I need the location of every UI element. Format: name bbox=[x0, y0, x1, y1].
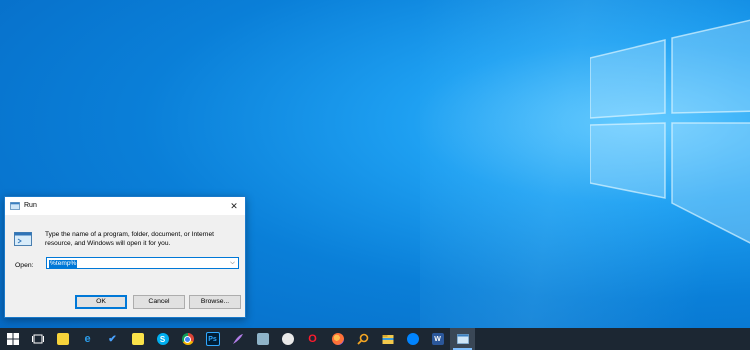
ok-button[interactable]: OK bbox=[75, 295, 127, 309]
taskbar: e ✔ S Ps O W bbox=[0, 328, 750, 350]
run-taskbar-icon bbox=[456, 334, 469, 344]
taskbar-chrome[interactable] bbox=[175, 328, 200, 350]
taskbar-search-app[interactable] bbox=[350, 328, 375, 350]
file-explorer-icon bbox=[382, 335, 393, 344]
taskbar-todo[interactable]: ✔ bbox=[100, 328, 125, 350]
pen-app-icon bbox=[232, 334, 243, 344]
start-button[interactable] bbox=[0, 328, 25, 350]
messenger-icon bbox=[406, 333, 419, 345]
taskbar-pen-app[interactable] bbox=[225, 328, 250, 350]
browse-button[interactable]: Browse... bbox=[189, 295, 241, 309]
taskbar-paint-app[interactable] bbox=[275, 328, 300, 350]
taskbar-run[interactable] bbox=[450, 328, 475, 350]
start-icon bbox=[6, 333, 19, 345]
clipboard-app-icon bbox=[256, 333, 269, 345]
task-view-button[interactable] bbox=[25, 328, 50, 350]
open-input-value[interactable]: %temp% bbox=[49, 259, 78, 268]
task-view-icon bbox=[31, 334, 44, 344]
paint-app-icon bbox=[281, 333, 294, 345]
dialog-description: Type the name of a program, folder, docu… bbox=[45, 231, 214, 247]
notes-icon bbox=[131, 333, 144, 345]
taskbar-word[interactable]: W bbox=[425, 328, 450, 350]
taskbar-opera[interactable]: O bbox=[300, 328, 325, 350]
search-app-icon bbox=[356, 333, 368, 345]
sticky-notes-icon bbox=[56, 333, 69, 345]
run-icon bbox=[10, 202, 20, 210]
todo-icon: ✔ bbox=[108, 333, 117, 345]
taskbar-messenger[interactable] bbox=[400, 328, 425, 350]
opera-icon: O bbox=[308, 333, 317, 345]
taskbar-skype[interactable]: S bbox=[150, 328, 175, 350]
taskbar-sticky-notes[interactable] bbox=[50, 328, 75, 350]
photoshop-icon: Ps bbox=[205, 332, 220, 346]
windows-logo bbox=[590, 19, 750, 244]
taskbar-photoshop[interactable]: Ps bbox=[200, 328, 225, 350]
open-label: Open: bbox=[15, 262, 34, 269]
taskbar-notes[interactable] bbox=[125, 328, 150, 350]
run-dialog: Run ✕ Type the name of a program, folder… bbox=[4, 196, 246, 318]
chrome-icon bbox=[181, 333, 194, 345]
word-icon: W bbox=[431, 333, 444, 345]
taskbar-edge[interactable]: e bbox=[75, 328, 100, 350]
edge-icon: e bbox=[84, 333, 91, 345]
close-button[interactable]: ✕ bbox=[223, 197, 245, 215]
chevron-down-icon[interactable]: ⌵ bbox=[227, 258, 238, 268]
dialog-title: Run bbox=[24, 202, 37, 209]
title-bar[interactable]: Run ✕ bbox=[5, 197, 245, 215]
open-combobox[interactable]: %temp% ⌵ bbox=[46, 257, 239, 269]
taskbar-clipboard-app[interactable] bbox=[250, 328, 275, 350]
skype-icon: S bbox=[156, 333, 169, 345]
taskbar-file-explorer[interactable] bbox=[375, 328, 400, 350]
run-program-icon bbox=[14, 232, 32, 246]
taskbar-firefox[interactable] bbox=[325, 328, 350, 350]
firefox-icon bbox=[331, 333, 344, 345]
cancel-button[interactable]: Cancel bbox=[133, 295, 185, 309]
